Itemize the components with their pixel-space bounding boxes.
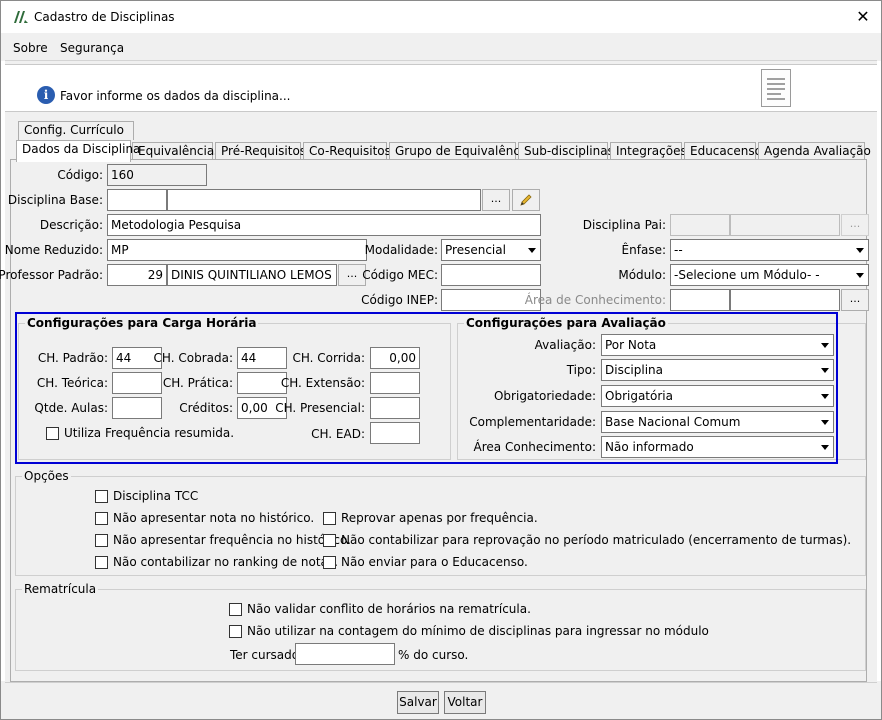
nao-ranking-label: Não contabilizar no ranking de notas.: [113, 555, 338, 569]
menu-sobre[interactable]: Sobre: [13, 41, 48, 55]
menu-bar: Sobre Segurança: [1, 34, 881, 60]
tab-config-curriculo[interactable]: Config. Currículo: [18, 121, 134, 140]
checkbox-box: [95, 511, 108, 525]
opcoes-title: Opções: [22, 469, 71, 483]
area-conhecimento-name-field[interactable]: [730, 289, 840, 311]
checkbox-box: [229, 624, 242, 638]
disciplina-pai-code-field: [670, 214, 730, 236]
nao-nota-checkbox[interactable]: Não apresentar nota no histórico.: [95, 511, 314, 525]
enfase-select[interactable]: --: [670, 239, 869, 261]
modulo-select[interactable]: -Selecione um Módulo- -: [670, 264, 869, 286]
disciplina-pai-search-button: ...: [841, 214, 869, 236]
nao-utilizar-contagem-label: Não utilizar na contagem do mínimo de di…: [247, 624, 709, 638]
codigo-mec-label: Código MEC:: [362, 268, 438, 282]
window: Cadastro de Disciplinas ✕ Sobre Seguranç…: [0, 0, 882, 720]
app-logo-icon: [14, 11, 28, 23]
ter-cursado-label: Ter cursado:: [230, 648, 304, 662]
nao-validar-conflito-label: Não validar conflito de horários na rema…: [247, 602, 531, 616]
descricao-field[interactable]: Metodologia Pesquisa: [107, 214, 541, 236]
nome-reduzido-label: Nome Reduzido:: [4, 243, 103, 257]
codigo-label: Código:: [57, 168, 103, 182]
modalidade-select[interactable]: Presencial: [441, 239, 541, 261]
area-conhecimento-label: Área de Conhecimento:: [524, 293, 666, 307]
nao-utilizar-contagem-checkbox[interactable]: Não utilizar na contagem do mínimo de di…: [229, 624, 709, 638]
modulo-label: Módulo:: [618, 268, 666, 282]
checkbox-box: [323, 555, 336, 569]
disciplina-base-edit-button[interactable]: [512, 189, 540, 211]
area-conhecimento-code-field[interactable]: [670, 289, 730, 311]
tab-dados-disciplina[interactable]: Dados da Disciplina: [16, 140, 140, 162]
bottom-divider: [5, 682, 877, 683]
checkbox-box: [95, 555, 108, 569]
disciplina-pai-name-field: [730, 214, 840, 236]
modalidade-value: Presencial: [445, 243, 506, 257]
percent-curso-label: % do curso.: [398, 648, 469, 662]
modulo-value: -Selecione um Módulo- -: [674, 268, 820, 282]
area-conhecimento-search-button[interactable]: ...: [841, 289, 869, 311]
professor-code-field[interactable]: 29: [107, 264, 167, 286]
checkbox-box: [95, 489, 108, 503]
nao-educacenso-checkbox[interactable]: Não enviar para o Educacenso.: [323, 555, 528, 569]
checkbox-box: [323, 533, 336, 547]
left-border: [1, 61, 5, 681]
disciplina-base-name-field[interactable]: [167, 189, 481, 211]
info-icon: i: [37, 86, 55, 104]
enfase-label: Ênfase:: [621, 243, 666, 257]
checkbox-box: [95, 533, 108, 547]
nao-frequencia-checkbox[interactable]: Não apresentar frequência no histórico.: [95, 533, 351, 547]
disciplina-tcc-checkbox[interactable]: Disciplina TCC: [95, 489, 198, 503]
chevron-down-icon: [528, 248, 536, 253]
salvar-button[interactable]: Salvar: [397, 691, 439, 714]
title-bar: Cadastro de Disciplinas ✕: [1, 1, 881, 33]
info-message: Favor informe os dados da disciplina...: [60, 89, 291, 103]
enfase-value: --: [674, 243, 683, 257]
nao-ranking-checkbox[interactable]: Não contabilizar no ranking de notas.: [95, 555, 338, 569]
codigo-mec-field[interactable]: [441, 264, 541, 286]
descricao-label: Descrição:: [39, 218, 103, 232]
nao-frequencia-label: Não apresentar frequência no histórico.: [113, 533, 351, 547]
close-button[interactable]: ✕: [849, 3, 877, 31]
professor-name-field[interactable]: DINIS QUINTILIANO LEMOS: [167, 264, 337, 286]
nao-validar-conflito-checkbox[interactable]: Não validar conflito de horários na rema…: [229, 602, 531, 616]
highlight-box: [15, 312, 838, 464]
codigo-field: 160: [107, 164, 207, 186]
chevron-down-icon: [856, 248, 864, 253]
chevron-down-icon: [856, 273, 864, 278]
nao-nota-label: Não apresentar nota no histórico.: [113, 511, 315, 525]
menu-divider: [5, 60, 877, 61]
codigo-inep-label: Código INEP:: [361, 293, 438, 307]
voltar-button[interactable]: Voltar: [444, 691, 486, 714]
rematricula-title: Rematrícula: [22, 582, 99, 596]
checkbox-box: [323, 511, 336, 525]
pencil-icon: [520, 194, 532, 206]
nome-reduzido-field[interactable]: MP: [107, 239, 367, 261]
nao-reprovacao-checkbox[interactable]: Não contabilizar para reprovação no perí…: [323, 533, 851, 547]
ter-cursado-field[interactable]: [295, 643, 395, 665]
disciplina-pai-label: Disciplina Pai:: [582, 218, 666, 232]
nao-reprovacao-label: Não contabilizar para reprovação no perí…: [341, 533, 852, 547]
nao-educacenso-label: Não enviar para o Educacenso.: [341, 555, 528, 569]
document-icon: [761, 69, 791, 107]
reprovar-frequencia-checkbox[interactable]: Reprovar apenas por frequência.: [323, 511, 538, 525]
header-panel: i Favor informe os dados da disciplina..…: [5, 64, 877, 112]
menu-seguranca[interactable]: Segurança: [60, 41, 124, 55]
professor-label: Professor Padrão:: [0, 268, 103, 282]
reprovar-frequencia-label: Reprovar apenas por frequência.: [341, 511, 538, 525]
disciplina-base-code-field[interactable]: [107, 189, 167, 211]
disciplina-base-label: Disciplina Base:: [7, 193, 103, 207]
checkbox-box: [229, 602, 242, 616]
modalidade-label: Modalidade:: [364, 243, 438, 257]
window-title: Cadastro de Disciplinas: [34, 10, 175, 24]
right-border: [877, 61, 881, 681]
disciplina-tcc-label: Disciplina TCC: [113, 489, 199, 503]
disciplina-base-search-button[interactable]: ...: [482, 189, 510, 211]
